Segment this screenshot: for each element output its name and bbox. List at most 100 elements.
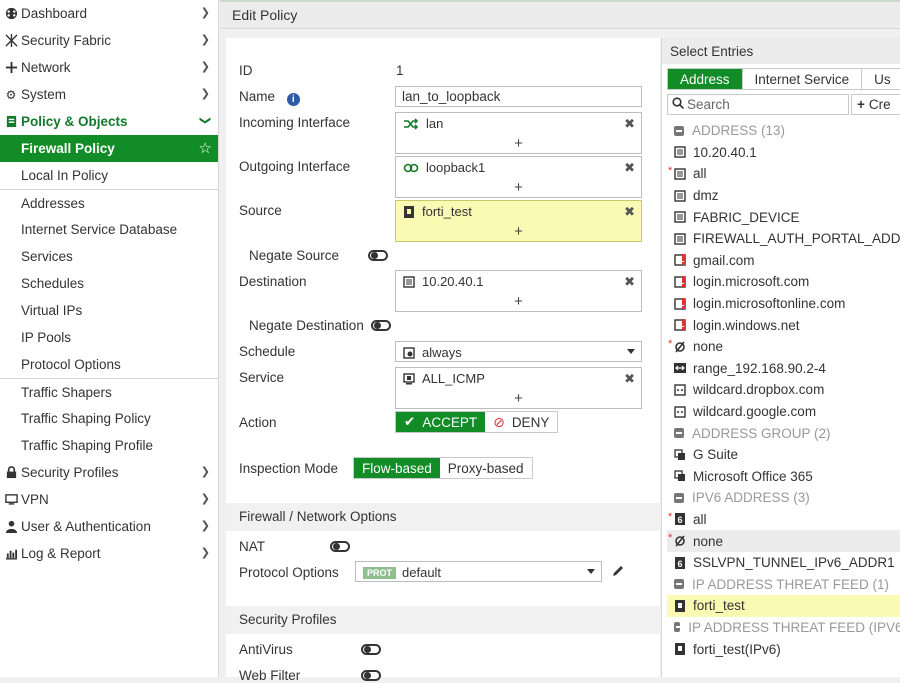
negate-source-toggle[interactable] [368, 250, 388, 261]
sidebar-item-schedules[interactable]: Schedules [0, 270, 218, 297]
list-item[interactable]: FABRIC_DEVICE [667, 206, 900, 228]
sidebar-item-network[interactable]: Network ❯ [0, 54, 218, 81]
flow-based-button[interactable]: Flow-based [354, 458, 440, 478]
add-source-button[interactable]: + [396, 222, 641, 242]
list-item[interactable]: * none [667, 336, 900, 358]
name-input[interactable]: lan_to_loopback [395, 86, 642, 107]
negate-destination-toggle[interactable] [371, 320, 391, 331]
list-item[interactable]: forti_test(IPv6) [667, 638, 900, 660]
collapse-icon[interactable] [674, 579, 684, 590]
list-item[interactable]: FIREWALL_AUTH_PORTAL_ADDR [667, 228, 900, 250]
add-outgoing-button[interactable]: + [396, 178, 641, 198]
list-item-label: SSLVPN_TUNNEL_IPv6_ADDR1 [693, 555, 895, 571]
list-item[interactable]: wildcard.google.com [667, 401, 900, 423]
sidebar-item-user-authentication[interactable]: User & Authentication ❯ [0, 513, 218, 540]
collapse-icon[interactable] [674, 125, 684, 136]
list-item[interactable]: forti_test [667, 595, 900, 617]
prot-badge: PROT [363, 566, 397, 579]
sidebar-item-virtual-ips[interactable]: Virtual IPs [0, 297, 218, 324]
service-field[interactable]: ALL_ICMP ✖ + [395, 367, 642, 409]
add-service-button[interactable]: + [396, 389, 641, 409]
destination-field[interactable]: 10.20.40.1 ✖ + [395, 270, 642, 312]
list-item[interactable]: G Suite [667, 444, 900, 466]
collapse-icon[interactable] [674, 428, 684, 439]
threat-feed-icon [403, 205, 415, 218]
list-item[interactable]: range_192.168.90.2-4 [667, 358, 900, 380]
sidebar-item-traffic-shapers[interactable]: Traffic Shapers [0, 378, 218, 405]
protocol-options-label: Protocol Options [239, 565, 339, 580]
sidebar-item-policy-objects[interactable]: Policy & Objects ❯ [0, 108, 218, 135]
sidebar-item-log-report[interactable]: Log & Report ❯ [0, 540, 218, 567]
sidebar-item-addresses[interactable]: Addresses [0, 189, 218, 216]
sidebar-item-local-in-policy[interactable]: Local In Policy [0, 162, 218, 189]
star-icon[interactable]: ☆ [199, 139, 212, 157]
sidebar-item-security-fabric[interactable]: Security Fabric ❯ [0, 27, 218, 54]
tab-address[interactable]: Address [667, 68, 743, 90]
list-group-header[interactable]: IPV6 ADDRESS (3) [667, 487, 900, 509]
remove-icon[interactable]: ✖ [624, 160, 635, 176]
antivirus-toggle[interactable] [361, 644, 381, 655]
sidebar-item-traffic-shaping-profile[interactable]: Traffic Shaping Profile [0, 432, 218, 459]
schedule-label: Schedule [239, 344, 296, 359]
list-item[interactable]: * all [667, 163, 900, 185]
list-item[interactable]: * none [667, 530, 900, 552]
proxy-based-button[interactable]: Proxy-based [440, 458, 532, 478]
sidebar-item-protocol-options[interactable]: Protocol Options [0, 351, 218, 378]
list-item[interactable]: wildcard.dropbox.com [667, 379, 900, 401]
sidebar-item-dashboard[interactable]: Dashboard ❯ [0, 0, 218, 27]
remove-icon[interactable]: ✖ [624, 371, 635, 387]
deny-button[interactable]: ⊘ DENY [485, 412, 557, 432]
edit-icon[interactable] [611, 564, 625, 581]
service-label: Service [239, 370, 285, 385]
add-incoming-button[interactable]: + [396, 134, 641, 154]
info-icon[interactable]: i [286, 93, 300, 106]
list-item[interactable]: dmz [667, 185, 900, 207]
list-item[interactable]: Microsoft Office 365 [667, 466, 900, 488]
list-item[interactable]: login.microsoft.com [667, 271, 900, 293]
svg-text:6: 6 [677, 515, 682, 525]
outgoing-interface-field[interactable]: loopback1 ✖ + [395, 156, 642, 198]
source-field[interactable]: forti_test ✖ + [395, 200, 642, 242]
list-group-header[interactable]: IP ADDRESS THREAT FEED (IPV6) [667, 617, 900, 639]
threat-feed-icon [674, 599, 686, 612]
list-item[interactable]: login.windows.net [667, 314, 900, 336]
collapse-icon[interactable] [674, 492, 684, 503]
sidebar-item-internet-service-database[interactable]: Internet Service Database [0, 216, 218, 243]
sidebar-item-services[interactable]: Services [0, 243, 218, 270]
list-group-header[interactable]: IP ADDRESS THREAT FEED (1) [667, 573, 900, 595]
remove-icon[interactable]: ✖ [624, 274, 635, 290]
incoming-interface-field[interactable]: lan ✖ + [395, 112, 642, 154]
entry-tabs: Address Internet Service Us [667, 68, 900, 90]
firewall-network-options-section: Firewall / Network Options [226, 503, 660, 531]
collapse-icon[interactable] [674, 622, 683, 633]
search-input[interactable]: Search [667, 94, 849, 115]
list-item[interactable]: 10.20.40.1 [667, 142, 900, 164]
negate-source-label: Negate Source [249, 248, 340, 263]
create-button[interactable]: + Cre [851, 94, 900, 115]
web-filter-toggle[interactable] [361, 670, 381, 681]
page-header: Edit Policy [220, 0, 900, 29]
remove-icon[interactable]: ✖ [624, 116, 635, 132]
accept-button[interactable]: ✔ ACCEPT [396, 412, 486, 432]
sidebar-item-vpn[interactable]: VPN ❯ [0, 486, 218, 513]
sidebar-item-security-profiles[interactable]: Security Profiles ❯ [0, 459, 218, 486]
policy-icon [4, 115, 18, 129]
list-group-header[interactable]: ADDRESS (13) [667, 120, 900, 142]
list-item[interactable]: * 6 all [667, 509, 900, 531]
sidebar-item-traffic-shaping-policy[interactable]: Traffic Shaping Policy [0, 405, 218, 432]
protocol-options-select[interactable]: PROT default [355, 561, 602, 582]
sidebar-item-system[interactable]: ⚙ System ❯ [0, 81, 218, 108]
list-item[interactable]: 6 SSLVPN_TUNNEL_IPv6_ADDR1 [667, 552, 900, 574]
remove-icon[interactable]: ✖ [624, 204, 635, 220]
list-item[interactable]: login.microsoftonline.com [667, 293, 900, 315]
sidebar-item-ip-pools[interactable]: IP Pools [0, 324, 218, 351]
tab-internet-service[interactable]: Internet Service [741, 68, 863, 90]
tab-user[interactable]: Us [861, 68, 900, 90]
list-item[interactable]: gmail.com [667, 250, 900, 272]
list-group-header[interactable]: ADDRESS GROUP (2) [667, 422, 900, 444]
schedule-select[interactable]: always [395, 341, 642, 362]
page-title: Edit Policy [232, 7, 298, 23]
add-destination-button[interactable]: + [396, 292, 641, 312]
sidebar-item-firewall-policy[interactable]: Firewall Policy ☆ [0, 135, 218, 162]
nat-toggle[interactable] [330, 541, 350, 552]
